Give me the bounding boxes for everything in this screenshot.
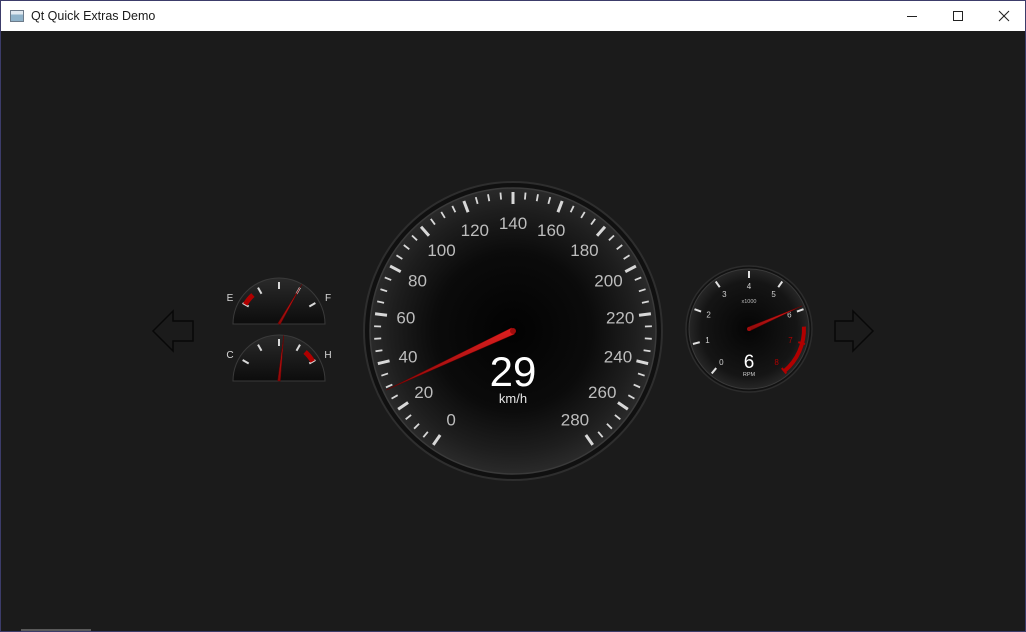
tach-tick-label: 1	[705, 336, 710, 345]
app-window: Qt Quick Extras Demo E F C H 0 20 40 60 …	[0, 0, 1026, 632]
fuel-empty-label: E	[227, 293, 234, 304]
maximize-icon	[953, 11, 963, 21]
tach-tick-label: 3	[722, 290, 727, 299]
minimize-button[interactable]	[889, 1, 935, 31]
status-marks	[21, 629, 91, 631]
next-button[interactable]	[834, 309, 875, 353]
speedo-tick-label: 100	[427, 241, 455, 260]
temperature-gauge	[232, 334, 326, 382]
speedometer: 0 20 40 60 80100 120 140 160 180 200 220 240 260 280	[363, 181, 663, 481]
speedo-tick-label: 140	[499, 214, 527, 233]
rpm-readout: 6	[744, 352, 755, 373]
tach-hub	[747, 327, 751, 331]
speedo-tick-label: 20	[414, 383, 433, 402]
tach-tick-label: 5	[771, 290, 776, 299]
speedo-tick-label: 40	[399, 347, 418, 366]
speedo-tick-label: 0	[446, 410, 455, 429]
tach-scale-label: x1000	[742, 299, 757, 305]
speedo-tick-label: 180	[570, 241, 598, 260]
arrow-right-icon	[834, 309, 875, 353]
app-icon	[10, 10, 24, 22]
speedo-tick-label: 220	[606, 309, 634, 328]
speedo-major-tick	[638, 312, 652, 317]
speedo-tick-label: 160	[537, 221, 565, 240]
speedo-minor-tick	[499, 192, 502, 200]
speedo-minor-tick	[524, 192, 527, 200]
speedo-minor-tick	[487, 194, 491, 202]
speedo-tick-label: 120	[461, 221, 489, 240]
rpm-unit: RPM	[743, 372, 756, 378]
speedo-tick-label: 80	[408, 272, 427, 291]
speedo-minor-tick	[375, 349, 383, 353]
dashboard-area: E F C H 0 20 40 60 80 100 120 140 160 180 200 220 24…	[1, 31, 1025, 631]
speedo-major-tick	[374, 312, 388, 317]
speed-readout: 29	[490, 348, 537, 395]
tach-tick-label: 7	[788, 336, 793, 345]
arrow-left-icon	[151, 309, 194, 353]
minimize-icon	[907, 16, 917, 17]
speedo-tick-label: 260	[588, 383, 616, 402]
close-button[interactable]	[981, 1, 1025, 31]
window-title: Qt Quick Extras Demo	[31, 9, 156, 23]
temp-hot-label: H	[324, 350, 331, 361]
tach-tick-label: 8	[774, 358, 779, 367]
previous-button[interactable]	[151, 309, 194, 353]
close-icon	[998, 10, 1010, 22]
tach-tick-label: 0	[719, 358, 724, 367]
tach-tick-label: 4	[747, 282, 752, 291]
speedo-tick-label: 200	[594, 272, 622, 291]
fuel-gauge	[232, 277, 326, 325]
tach-tick-label: 2	[706, 310, 711, 319]
speedo-tick-label: 280	[561, 410, 589, 429]
maximize-button[interactable]	[935, 1, 981, 31]
speedo-minor-tick	[535, 194, 539, 202]
speedo-hub	[510, 328, 516, 334]
temp-cold-label: C	[226, 350, 233, 361]
speedo-tick-label: 60	[396, 309, 415, 328]
dashboard-canvas: E F C H 020406080100120 140 16018020022024…	[151, 181, 875, 481]
title-bar[interactable]: Qt Quick Extras Demo	[1, 1, 1025, 31]
fuel-full-label: F	[325, 293, 331, 304]
speedo-tick-label: 240	[604, 347, 632, 366]
speed-unit: km/h	[499, 391, 527, 406]
speedo-minor-tick	[643, 349, 651, 353]
